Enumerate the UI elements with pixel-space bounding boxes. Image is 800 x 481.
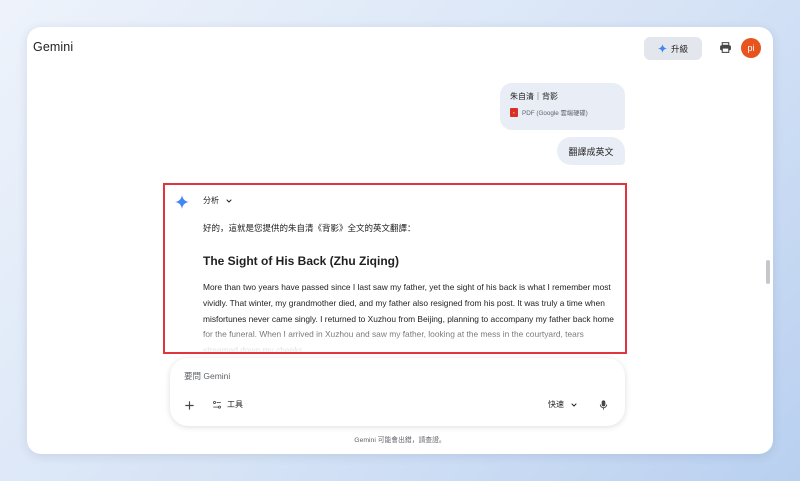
add-icon[interactable] — [184, 400, 195, 411]
chevron-down-icon — [571, 402, 577, 407]
composer: 工具 快速 — [170, 358, 625, 426]
chevron-down-icon — [226, 198, 232, 203]
file-meta: ▪ PDF (Google 雲端硬碟) — [510, 108, 615, 117]
scrollbar-thumb[interactable] — [766, 260, 770, 284]
file-name: 朱自清｜背影 — [510, 92, 558, 101]
response-title: The Sight of His Back (Zhu Ziqing) — [203, 254, 399, 268]
disclaimer: Gemini 可能會出錯，請查證。 — [354, 437, 446, 444]
mode-selector[interactable]: 快速 — [548, 399, 578, 410]
upgrade-label: 升級 — [670, 43, 688, 54]
model-selector[interactable]: 分析 — [203, 195, 233, 206]
avatar[interactable]: pi — [741, 38, 761, 58]
top-bar: Gemini 升級 pi — [27, 27, 773, 71]
sparkle-icon — [657, 44, 667, 53]
tools-label: 工具 — [227, 400, 243, 409]
prompt-input[interactable] — [184, 367, 604, 385]
model-label: 分析 — [203, 196, 219, 205]
user-message-bubble: 翻譯成英文 — [557, 137, 625, 165]
tools-button[interactable]: 工具 — [212, 399, 243, 410]
file-type-label: PDF (Google 雲端硬碟) — [522, 110, 588, 117]
upgrade-button[interactable]: 升級 — [644, 37, 702, 60]
app-window: Gemini 升級 pi 朱自清｜背影 ▪ PDF (Google 雲端硬碟) … — [27, 27, 773, 454]
mode-label: 快速 — [548, 400, 564, 409]
scroll-fade — [165, 322, 625, 352]
gemini-spark-icon — [175, 195, 189, 209]
model-response: 分析 好的，這就是您提供的朱自清《背影》全文的英文翻譯： The Sight o… — [163, 183, 627, 354]
print-icon[interactable] — [719, 41, 732, 54]
microphone-icon[interactable] — [598, 399, 609, 411]
pdf-icon: ▪ — [510, 108, 518, 117]
response-intro: 好的，這就是您提供的朱自清《背影》全文的英文翻譯： — [203, 223, 416, 233]
file-attachment-bubble[interactable]: 朱自清｜背影 ▪ PDF (Google 雲端硬碟) — [500, 83, 625, 130]
brand-logo[interactable]: Gemini — [33, 40, 73, 54]
tools-icon — [213, 400, 221, 409]
